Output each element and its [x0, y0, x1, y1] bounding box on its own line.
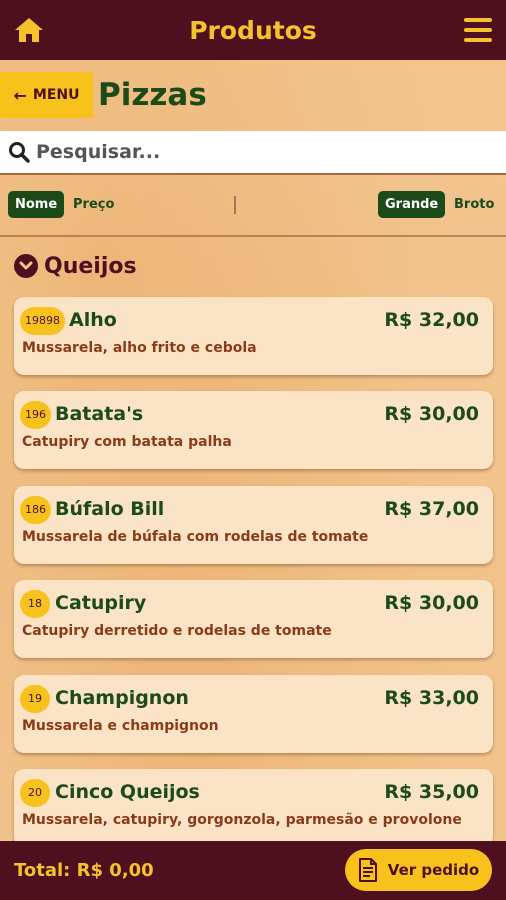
product-description: Catupiry com batata palha — [22, 434, 232, 450]
section-title: Queijos — [44, 253, 137, 279]
sort-bar: Nome Preço Grande Broto — [0, 177, 506, 237]
product-card[interactable]: 186 Búfalo Bill R$ 37,00 Mussarela de bú… — [14, 486, 493, 564]
product-code-badge: 186 — [20, 496, 51, 524]
product-name: Alho — [69, 309, 117, 331]
product-card[interactable]: 19898 Alho R$ 32,00 Mussarela, alho frit… — [14, 297, 493, 375]
product-card[interactable]: 196 Batata's R$ 30,00 Catupiry com batat… — [14, 391, 493, 469]
size-large-button[interactable]: Grande — [378, 191, 446, 218]
view-order-label: Ver pedido — [387, 861, 480, 879]
order-total: Total: R$ 0,00 — [14, 860, 154, 881]
product-price: R$ 32,00 — [384, 309, 479, 331]
search-input[interactable] — [36, 141, 506, 163]
product-name: Champignon — [55, 687, 189, 709]
arrow-left-icon: ← — [13, 85, 27, 105]
home-icon[interactable] — [14, 16, 44, 44]
sort-by-name-button[interactable]: Nome — [8, 191, 65, 218]
product-code-badge: 19 — [20, 685, 50, 713]
product-description: Mussarela, alho frito e cebola — [22, 340, 257, 356]
product-name: Batata's — [55, 403, 144, 425]
sort-by-price-button[interactable]: Preço — [73, 191, 114, 218]
section-header-queijos[interactable]: Queijos — [14, 248, 137, 284]
document-icon — [358, 858, 377, 882]
app-screen: Produtos ← MENU Pizzas Nome Preço Grande… — [0, 0, 506, 900]
top-bar: Produtos — [0, 0, 506, 60]
page-title: Produtos — [189, 15, 317, 45]
search-icon — [9, 142, 30, 163]
view-order-button[interactable]: Ver pedido — [345, 849, 492, 891]
product-description: Mussarela, catupiry, gorgonzola, parmesã… — [22, 812, 462, 828]
product-name: Búfalo Bill — [55, 498, 165, 520]
menu-button-label: MENU — [32, 87, 80, 103]
product-price: R$ 30,00 — [384, 592, 479, 614]
menu-back-button[interactable]: ← MENU — [0, 72, 93, 118]
hamburger-icon[interactable] — [464, 18, 492, 42]
product-code-badge: 20 — [20, 779, 50, 807]
divider — [234, 196, 236, 214]
footer-bar: Total: R$ 0,00 Ver pedido — [0, 841, 506, 900]
product-code-badge: 196 — [20, 401, 51, 429]
product-code-badge: 18 — [20, 590, 50, 618]
product-card[interactable]: 19 Champignon R$ 33,00 Mussarela e champ… — [14, 675, 493, 753]
chevron-down-circle-icon — [14, 254, 38, 278]
product-price: R$ 37,00 — [384, 498, 479, 520]
product-card[interactable]: 18 Catupiry R$ 30,00 Catupiry derretido … — [14, 580, 493, 658]
product-card[interactable]: 20 Cinco Queijos R$ 35,00 Mussarela, cat… — [14, 769, 493, 847]
product-name: Catupiry — [55, 592, 147, 614]
search-bar — [0, 131, 506, 175]
size-small-button[interactable]: Broto — [454, 191, 494, 218]
category-title: Pizzas — [98, 77, 207, 113]
product-description: Catupiry derretido e rodelas de tomate — [22, 623, 332, 639]
product-name: Cinco Queijos — [55, 781, 200, 803]
product-price: R$ 30,00 — [384, 403, 479, 425]
product-description: Mussarela e champignon — [22, 718, 219, 734]
product-description: Mussarela de búfala com rodelas de tomat… — [22, 529, 369, 545]
product-code-badge: 19898 — [20, 307, 65, 335]
product-price: R$ 33,00 — [384, 687, 479, 709]
product-price: R$ 35,00 — [384, 781, 479, 803]
